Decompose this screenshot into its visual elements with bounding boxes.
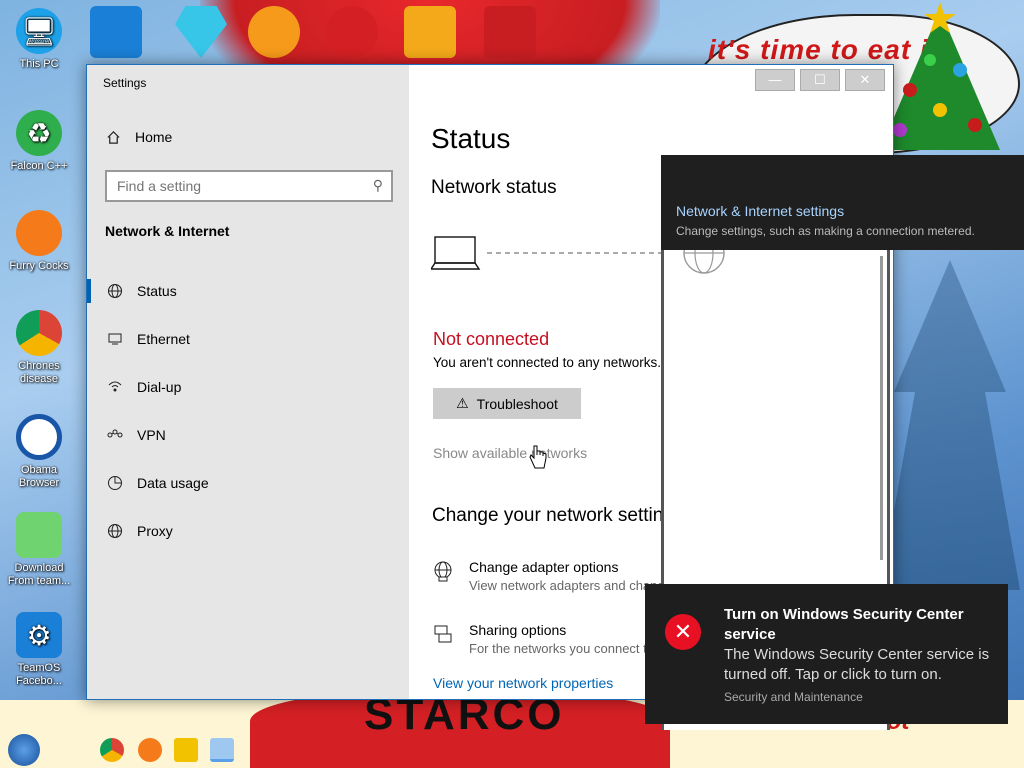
search-icon[interactable]: ⚲ [373, 177, 383, 194]
desktop-icon-falcon[interactable]: ♻ Falcon C++ [2, 110, 76, 173]
recycle-icon: ♻ [16, 110, 62, 156]
obama-logo-icon [16, 414, 62, 460]
taskbar [0, 730, 1024, 768]
sidebar-item-vpn[interactable]: VPN [87, 411, 409, 459]
sidebar-item-data-usage[interactable]: Data usage [87, 459, 409, 507]
hand-cursor-icon [529, 445, 547, 469]
show-networks-link[interactable]: Show available networks [433, 445, 587, 461]
wallpaper-pine-tree [880, 260, 1020, 590]
warning-icon: ⚠ [456, 395, 469, 411]
start-button[interactable] [8, 734, 40, 766]
pie-icon [107, 475, 123, 491]
sidebar-item-label: Dial-up [137, 379, 182, 395]
firefox-icon [16, 210, 62, 256]
sidebar-item-dialup[interactable]: Dial-up [87, 363, 409, 411]
desktop-icon-obama[interactable]: Obama Browser [2, 414, 76, 490]
angry-bird-icon[interactable] [326, 6, 378, 58]
scrollbar[interactable] [880, 256, 883, 560]
change-settings-title: Change your network settings [432, 505, 684, 526]
sharing-icon [431, 622, 455, 646]
sidebar-item-label: Ethernet [137, 331, 190, 347]
sidebar-item-label: Status [137, 283, 177, 299]
home-label: Home [135, 129, 173, 145]
sidebar-item-proxy[interactable]: Proxy [87, 507, 409, 555]
network-status-title: Network status [431, 177, 557, 198]
search-input[interactable] [107, 172, 357, 200]
home-nav-item[interactable]: Home [105, 129, 172, 145]
network-diagram [431, 236, 671, 270]
vpn-icon [107, 427, 123, 443]
error-icon: ✕ [665, 614, 701, 650]
p-logo-icon[interactable] [248, 6, 300, 58]
file-explorer-icon[interactable] [174, 738, 198, 762]
flyout-desc: Change settings, such as making a connec… [676, 224, 975, 238]
desktop-icon-chrome[interactable]: Chrones disease [2, 310, 76, 386]
chrome-icon[interactable] [100, 738, 124, 762]
view-properties-link[interactable]: View your network properties [433, 675, 613, 691]
desktop-icon-firefox[interactable]: Furry Cocks [2, 210, 76, 273]
page-title: Status [431, 123, 511, 154]
ethernet-icon [107, 331, 123, 347]
sidebar-item-label: Proxy [137, 523, 173, 539]
connection-status-desc: You aren't connected to any networks. [433, 355, 661, 370]
network-flyout[interactable]: Network & Internet settings Change setti… [661, 155, 1024, 250]
window-title: Settings [103, 76, 147, 90]
sidebar-item-label: Data usage [137, 475, 209, 491]
gear-icon: ⚙ [16, 612, 62, 658]
toast-notification[interactable]: ✕ Turn on Windows Security Center servic… [645, 584, 1008, 724]
settings-taskbar-icon[interactable] [210, 738, 234, 762]
computer-icon: 🖥 [16, 8, 62, 54]
home-icon [105, 129, 121, 145]
settings-sidebar: Settings Home ⚲ Network & Internet Statu… [87, 65, 409, 699]
sidebar-item-ethernet[interactable]: Ethernet [87, 315, 409, 363]
desktop-icon-teamos[interactable]: ⚙ TeamOS Facebo... [2, 612, 76, 688]
laptop-icon [431, 236, 481, 270]
globe-icon [107, 523, 123, 539]
toast-body: The Windows Security Center service is t… [724, 646, 990, 683]
book-icon[interactable] [484, 6, 536, 58]
dialup-icon [107, 379, 123, 395]
troubleshoot-button[interactable]: ⚠ Troubleshoot [433, 388, 581, 419]
search-box[interactable]: ⚲ [105, 170, 393, 202]
toast-title: Turn on Windows Security Center service [724, 606, 964, 643]
section-title: Network & Internet [105, 223, 230, 239]
installer-icon[interactable] [404, 6, 456, 58]
flyout-title[interactable]: Network & Internet settings [676, 203, 844, 219]
sidebar-item-status[interactable]: Status [87, 267, 409, 315]
chrome-icon [16, 310, 62, 356]
globe-icon [107, 283, 123, 299]
connection-status: Not connected [433, 329, 550, 349]
firefox-icon[interactable] [138, 738, 162, 762]
sidebar-item-label: VPN [137, 427, 166, 443]
gear-icon[interactable] [90, 6, 142, 58]
adapter-icon [431, 559, 455, 583]
toast-source: Security and Maintenance [724, 690, 863, 704]
desktop-icon-download[interactable]: Download From team... [2, 512, 76, 588]
desktop-icon-this-pc[interactable]: 🖥 This PC [2, 8, 76, 71]
notepad-icon [16, 512, 62, 558]
nav-list: Status Ethernet Dial-up VPN Data usage P… [87, 267, 409, 555]
